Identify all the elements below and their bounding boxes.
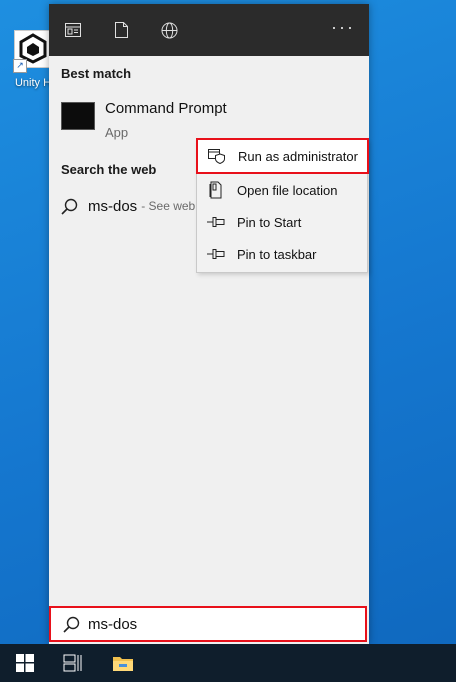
more-options-button[interactable]: ··· — [331, 17, 355, 38]
best-match-subtitle: App — [105, 125, 129, 140]
run-as-administrator-label: Run as administrator — [238, 148, 358, 164]
search-box[interactable] — [49, 606, 367, 642]
search-panel: ··· Best match Command Prompt App Search… — [49, 4, 369, 644]
pin-to-start-item[interactable]: Pin to Start — [197, 206, 367, 238]
run-as-administrator-item[interactable]: Run as administrator — [196, 138, 369, 174]
web-search-hint: - See web — [141, 199, 196, 213]
unity-icon: ↗ — [13, 30, 52, 73]
open-file-location-item[interactable]: Open file location — [197, 174, 367, 206]
windows-start-icon[interactable] — [13, 651, 37, 675]
search-input[interactable] — [88, 615, 338, 633]
web-search-result[interactable]: ms-dos - See web — [61, 194, 195, 218]
taskbar — [0, 644, 456, 682]
pin-to-taskbar-item[interactable]: Pin to taskbar — [197, 238, 367, 270]
shield-icon — [208, 147, 226, 165]
file-location-icon — [207, 181, 225, 199]
shortcut-arrow-icon: ↗ — [13, 59, 27, 73]
search-icon — [61, 198, 78, 215]
best-match-heading: Best match — [61, 66, 132, 81]
pin-to-start-label: Pin to Start — [237, 214, 302, 230]
web-search-query: ms-dos — [88, 197, 138, 215]
search-icon — [63, 616, 80, 633]
context-menu: Run as administrator Open file location … — [196, 138, 369, 273]
pin-to-taskbar-label: Pin to taskbar — [237, 246, 317, 262]
pin-icon — [207, 245, 225, 263]
file-explorer-icon[interactable] — [111, 651, 135, 675]
command-prompt-icon — [61, 102, 95, 130]
pin-icon — [207, 213, 225, 231]
search-toolbar: ··· — [49, 4, 369, 56]
web-icon[interactable] — [159, 20, 179, 40]
apps-icon[interactable] — [63, 20, 83, 40]
documents-icon[interactable] — [111, 20, 131, 40]
task-view-icon[interactable] — [61, 651, 85, 675]
search-web-heading: Search the web — [61, 162, 157, 177]
best-match-title: Command Prompt — [105, 100, 227, 117]
open-file-location-label: Open file location — [237, 182, 338, 198]
